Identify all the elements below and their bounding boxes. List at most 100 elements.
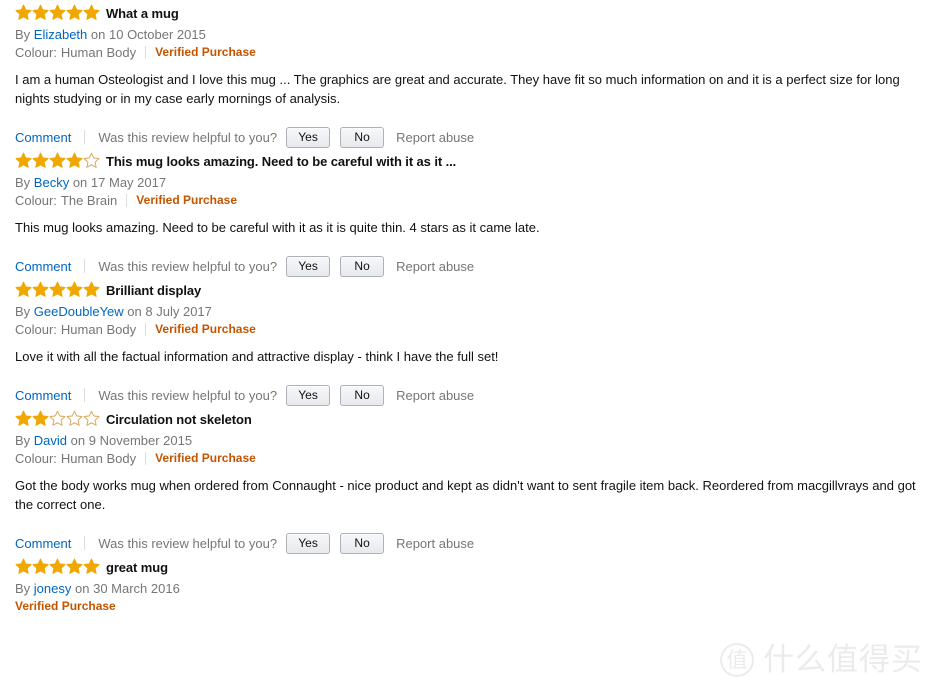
review-title: Circulation not skeleton [106, 411, 252, 427]
star-rating[interactable] [15, 410, 100, 427]
colour-value: The Brain [60, 193, 118, 208]
vote-no-button[interactable]: No [340, 255, 385, 277]
star-filled-icon [15, 410, 32, 426]
vote-no-button[interactable]: No [340, 384, 385, 406]
star-filled-icon [49, 558, 66, 574]
review-title: Brilliant display [106, 282, 202, 298]
review-date: 10 October 2015 [109, 27, 206, 42]
star-empty-icon [66, 410, 83, 426]
colour-label: Colour: [15, 45, 57, 60]
on-label: on [75, 581, 90, 596]
watermark: 值 什么值得买 [720, 643, 923, 677]
review-byline: By Becky on 17 May 2017 [15, 174, 926, 191]
verified-purchase-badge[interactable]: Verified Purchase [155, 450, 256, 467]
review-body: I am a human Osteologist and I love this… [15, 72, 900, 106]
star-filled-icon [66, 152, 83, 168]
star-empty-icon [83, 410, 100, 426]
star-filled-icon [83, 4, 100, 20]
colour-label: Colour: [15, 193, 57, 208]
verified-purchase-badge[interactable]: Verified Purchase [136, 192, 237, 209]
star-filled-icon [83, 281, 100, 297]
review-author-link[interactable]: Elizabeth [34, 27, 87, 42]
colour-label: Colour: [15, 451, 57, 466]
vote-no-button[interactable]: No [340, 126, 385, 148]
review-date: 9 November 2015 [88, 433, 193, 448]
star-empty-icon [49, 410, 66, 426]
review-header: Brilliant display [15, 281, 926, 299]
review-title: This mug looks amazing. Need to be caref… [106, 153, 457, 169]
review-author-link[interactable]: David [34, 433, 67, 448]
review-author-link[interactable]: GeeDoubleYew [34, 304, 124, 319]
star-filled-icon [32, 410, 49, 426]
review-header: This mug looks amazing. Need to be caref… [15, 152, 926, 170]
review-body: Got the body works mug when ordered from… [15, 478, 916, 512]
review-list: What a mug By Elizabeth on 10 October 201… [0, 0, 941, 615]
meta-divider [145, 452, 147, 465]
helpful-question: Was this review helpful to you? [98, 535, 278, 551]
by-label: By [15, 27, 31, 42]
report-abuse-link[interactable]: Report abuse [396, 259, 474, 274]
action-divider [84, 536, 86, 550]
review-byline: By David on 9 November 2015 [15, 432, 926, 449]
review-meta: Colour: Human Body Verified Purchase [15, 450, 926, 467]
review-actions: Comment Was this review helpful to you? Ye… [15, 255, 926, 277]
review-meta: Verified Purchase [15, 598, 926, 615]
review-item: great mug By jonesy on 30 March 2016 Verif… [0, 558, 941, 615]
report-abuse-link[interactable]: Report abuse [396, 536, 474, 551]
review-author-link[interactable]: Becky [34, 175, 69, 190]
review-date: 30 March 2016 [93, 581, 180, 596]
action-divider [84, 130, 86, 144]
colour-value: Human Body [60, 45, 137, 60]
review-body: Love it with all the factual information… [15, 349, 499, 364]
star-rating[interactable] [15, 152, 100, 169]
vote-yes-button[interactable]: Yes [286, 255, 331, 277]
review-author-link[interactable]: jonesy [34, 581, 72, 596]
comment-link[interactable]: Comment [15, 130, 71, 145]
star-filled-icon [32, 281, 49, 297]
report-abuse-link[interactable]: Report abuse [396, 130, 474, 145]
review-item: What a mug By Elizabeth on 10 October 201… [0, 4, 941, 148]
review-actions: Comment Was this review helpful to you? Ye… [15, 384, 926, 406]
star-filled-icon [49, 152, 66, 168]
meta-divider [145, 323, 147, 336]
report-abuse-link[interactable]: Report abuse [396, 388, 474, 403]
helpful-question: Was this review helpful to you? [98, 258, 278, 274]
review-meta: Colour: The Brain Verified Purchase [15, 192, 926, 209]
by-label: By [15, 175, 31, 190]
comment-link[interactable]: Comment [15, 536, 71, 551]
star-filled-icon [15, 281, 32, 297]
review-title: What a mug [106, 5, 179, 21]
star-filled-icon [66, 281, 83, 297]
review-date: 17 May 2017 [90, 175, 167, 190]
colour-value: Human Body [60, 451, 137, 466]
verified-purchase-badge[interactable]: Verified Purchase [155, 321, 256, 338]
star-empty-icon [83, 152, 100, 168]
star-filled-icon [32, 152, 49, 168]
watermark-text: 什么值得买 [763, 642, 923, 678]
vote-yes-button[interactable]: Yes [286, 126, 331, 148]
vote-yes-button[interactable]: Yes [286, 532, 331, 554]
review-header: great mug [15, 558, 926, 576]
review-header: What a mug [15, 4, 926, 22]
meta-divider [126, 194, 128, 207]
verified-purchase-badge[interactable]: Verified Purchase [155, 44, 256, 61]
star-filled-icon [32, 4, 49, 20]
review-item: Brilliant display By GeeDoubleYew on 8 Ju… [0, 281, 941, 406]
comment-link[interactable]: Comment [15, 388, 71, 403]
star-filled-icon [66, 558, 83, 574]
on-label: on [70, 433, 86, 448]
review-date: 8 July 2017 [145, 304, 212, 319]
star-filled-icon [49, 281, 66, 297]
star-rating[interactable] [15, 281, 100, 298]
colour-value: Human Body [60, 322, 137, 337]
by-label: By [15, 433, 31, 448]
review-byline: By Elizabeth on 10 October 2015 [15, 26, 926, 43]
review-title: great mug [106, 559, 168, 575]
vote-no-button[interactable]: No [340, 532, 385, 554]
review-byline: By jonesy on 30 March 2016 [15, 580, 926, 597]
vote-yes-button[interactable]: Yes [286, 384, 331, 406]
star-rating[interactable] [15, 558, 100, 575]
comment-link[interactable]: Comment [15, 259, 71, 274]
verified-purchase-badge[interactable]: Verified Purchase [15, 598, 116, 615]
star-rating[interactable] [15, 4, 100, 21]
